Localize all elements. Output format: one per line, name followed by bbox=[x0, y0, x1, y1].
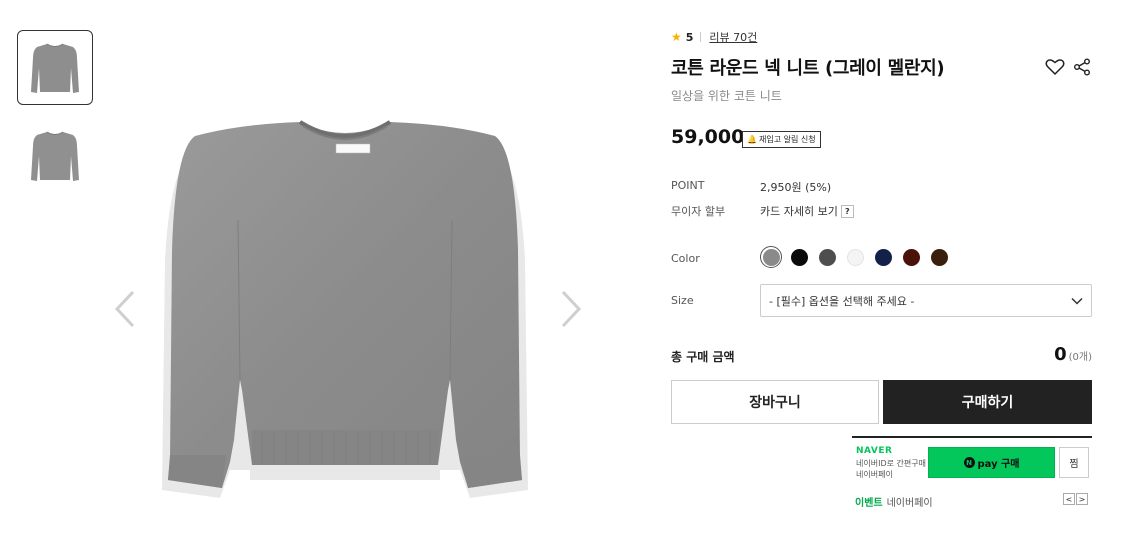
add-to-cart-button[interactable]: 장바구니 bbox=[671, 380, 879, 424]
star-icon: ★ bbox=[671, 30, 682, 44]
color-dot bbox=[846, 248, 864, 266]
naverpay-buy-button[interactable]: N pay 구매 bbox=[928, 447, 1055, 478]
color-swatch-burgundy[interactable] bbox=[900, 246, 922, 268]
event-nav: < > bbox=[1062, 493, 1088, 505]
size-select-value: - [필수] 옵션을 선택해 주세요 - bbox=[769, 294, 915, 308]
naverpay-wish-button[interactable]: 찜 bbox=[1059, 447, 1089, 478]
bell-icon: 🔔 bbox=[747, 135, 757, 144]
product-price: 59,000 bbox=[671, 126, 745, 148]
color-swatch-gray[interactable] bbox=[760, 246, 782, 268]
naverpay-description: 네이버ID로 간편구매 네이버페이 bbox=[856, 458, 926, 480]
naverpay-button-label: pay 구매 bbox=[977, 459, 1020, 470]
color-swatch-brown[interactable] bbox=[928, 246, 950, 268]
total-label: 총 구매 금액 bbox=[671, 350, 735, 364]
event-label[interactable]: 이벤트 bbox=[855, 498, 883, 509]
share-icon[interactable] bbox=[1073, 58, 1091, 76]
size-select[interactable]: - [필수] 옵션을 선택해 주세요 - bbox=[760, 284, 1092, 317]
naverpay-desc-line1: 네이버ID로 간편구매 bbox=[856, 459, 926, 468]
thumbnail-2[interactable] bbox=[17, 118, 93, 193]
naverpay-desc-line2: 네이버페이 bbox=[856, 470, 893, 479]
help-icon[interactable]: ? bbox=[840, 205, 854, 218]
buy-now-button[interactable]: 구매하기 bbox=[883, 380, 1092, 424]
total-value: 0 bbox=[1054, 344, 1067, 365]
thumbnail-1[interactable] bbox=[17, 30, 93, 105]
divider bbox=[700, 32, 702, 42]
event-text: 네이버페이 bbox=[886, 498, 933, 509]
color-dot bbox=[902, 248, 920, 266]
color-swatches bbox=[760, 246, 956, 268]
installment-label: 무이자 할부 bbox=[671, 205, 726, 218]
point-label: POINT bbox=[671, 179, 705, 192]
total-amount: 0 (0개) bbox=[1054, 344, 1092, 365]
restock-alert-button[interactable]: 🔔 재입고 알림 신청 bbox=[742, 131, 821, 148]
color-label: Color bbox=[671, 252, 700, 265]
color-swatch-white[interactable] bbox=[844, 246, 866, 268]
product-subtitle: 일상을 위한 코튼 니트 bbox=[671, 89, 782, 103]
chevron-down-icon bbox=[1071, 297, 1083, 305]
review-link[interactable]: 리뷰 70건 bbox=[709, 29, 757, 45]
naverpay-event: 이벤트 네이버페이 bbox=[855, 494, 933, 509]
sweater-thumbnail-icon bbox=[31, 131, 79, 181]
sweater-thumbnail-icon bbox=[31, 43, 79, 93]
color-dot bbox=[818, 248, 836, 266]
event-next-button[interactable]: > bbox=[1076, 493, 1088, 505]
product-title: 코튼 라운드 넥 니트 (그레이 멜란지) bbox=[671, 58, 945, 79]
chevron-left-icon[interactable] bbox=[111, 288, 141, 330]
chevron-right-icon[interactable] bbox=[555, 288, 585, 330]
color-dot bbox=[762, 248, 780, 266]
color-swatch-black[interactable] bbox=[788, 246, 810, 268]
color-swatch-charcoal[interactable] bbox=[816, 246, 838, 268]
rating-score: 5 bbox=[685, 30, 694, 44]
size-label: Size bbox=[671, 294, 694, 307]
color-dot bbox=[930, 248, 948, 266]
restock-label: 재입고 알림 신청 bbox=[758, 135, 816, 144]
installment-value: 카드 자세히 보기? bbox=[760, 203, 854, 219]
installment-link[interactable]: 카드 자세히 보기 bbox=[760, 205, 838, 218]
product-info-panel: ★ 5 리뷰 70건 코튼 라운드 넥 니트 (그레이 멜란지) 일상을 위한 … bbox=[671, 0, 1092, 545]
rating-row: ★ 5 리뷰 70건 bbox=[671, 29, 757, 45]
naver-logo: NAVER bbox=[856, 446, 893, 456]
color-dot bbox=[874, 248, 892, 266]
event-prev-button[interactable]: < bbox=[1063, 493, 1075, 505]
naver-n-icon: N bbox=[963, 457, 975, 468]
heart-icon[interactable] bbox=[1045, 58, 1065, 76]
color-swatch-navy[interactable] bbox=[872, 246, 894, 268]
product-main-image bbox=[162, 120, 528, 498]
divider bbox=[852, 436, 1092, 438]
point-value: 2,950원 (5%) bbox=[760, 181, 832, 194]
total-count: (0개) bbox=[1068, 352, 1092, 363]
color-dot bbox=[790, 248, 808, 266]
